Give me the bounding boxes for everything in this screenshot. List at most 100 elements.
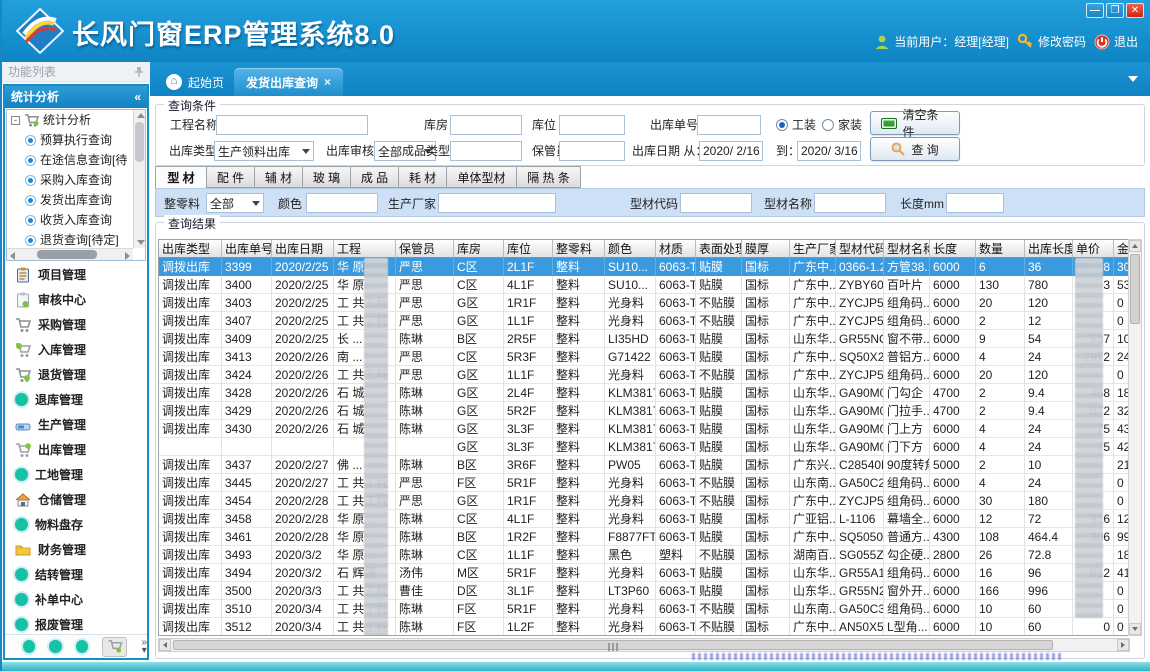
scroll-thumb[interactable] xyxy=(37,250,97,259)
table-row[interactable]: 调拨出库34302020/2/26石 城陈琳G区3L3F整料KLM3817606… xyxy=(159,420,1129,438)
column-header[interactable]: 膜厚 xyxy=(742,240,790,258)
table-row[interactable]: 调拨出库34092020/2/25长 ...陈琳B区2R5F整料LI35HD60… xyxy=(159,330,1129,348)
more-modules-button[interactable]: »▾ xyxy=(141,639,147,655)
scroll-right-icon[interactable] xyxy=(125,252,130,260)
tree-vertical-scrollbar[interactable] xyxy=(133,110,145,248)
module-shortcut-icon[interactable] xyxy=(23,640,35,653)
table-row[interactable]: 调拨出库34242020/2/26工 共工程严思G区1L1F整料光身料6063-… xyxy=(159,366,1129,384)
column-header[interactable]: 表面处理 xyxy=(696,240,742,258)
column-header[interactable]: 颜色 xyxy=(605,240,656,258)
collapse-expander-icon[interactable]: - xyxy=(11,116,20,125)
order-no-input[interactable] xyxy=(697,115,761,135)
close-icon[interactable]: ✕ xyxy=(1126,3,1144,18)
column-header[interactable]: 生产厂家 xyxy=(790,240,836,258)
tab-shipment-outbound-query[interactable]: 发货出库查询 × xyxy=(234,68,343,96)
sidebar-item-退库管理[interactable]: 退库管理 xyxy=(5,387,147,412)
table-row[interactable]: 调拨出库34002020/2/25华 原...严思C区4L1F整料SU10...… xyxy=(159,276,1129,294)
column-header[interactable]: 出库单号 xyxy=(222,240,272,258)
material-tab-3[interactable]: 辅 材 xyxy=(255,166,303,188)
table-row[interactable]: 调拨出库34582020/2/28华 原...陈琳C区4L1F整料光身料6063… xyxy=(159,510,1129,528)
warehouse-input[interactable] xyxy=(450,115,522,135)
whole-part-select[interactable]: 全部 xyxy=(206,193,264,213)
material-tab-5[interactable]: 成 品 xyxy=(351,166,399,188)
material-tab-1[interactable]: 型 材 xyxy=(155,166,207,189)
column-header[interactable]: 型材代码 xyxy=(836,240,884,258)
project-name-input[interactable] xyxy=(216,115,368,135)
maximize-icon[interactable]: ❐ xyxy=(1106,3,1124,18)
tab-start-page[interactable]: ⌂ 起始页 xyxy=(154,68,236,96)
sidebar-item-补单中心[interactable]: 补单中心 xyxy=(5,587,147,612)
sidebar-item-结转管理[interactable]: 结转管理 xyxy=(5,562,147,587)
radio-work-clothing[interactable]: 工装 xyxy=(776,115,816,135)
scroll-thumb[interactable] xyxy=(135,122,144,162)
column-header[interactable]: 库房 xyxy=(454,240,504,258)
length-input[interactable] xyxy=(946,193,1004,213)
column-header[interactable]: 单价 xyxy=(1073,240,1114,258)
sidebar-item-项目管理[interactable]: 项目管理 xyxy=(5,262,147,287)
tree-item[interactable]: 在途信息查询[待 xyxy=(7,150,133,170)
module-shortcut-icon[interactable] xyxy=(76,640,88,653)
scroll-thumb[interactable] xyxy=(1130,254,1140,324)
sidebar-item-出库管理[interactable]: 出库管理 xyxy=(5,437,147,462)
column-header[interactable]: 整零料 xyxy=(553,240,605,258)
date-from-picker[interactable]: 2020/ 2/16 xyxy=(699,141,763,161)
tree-item[interactable]: 收货入库查询 xyxy=(7,210,133,230)
radio-home-decoration[interactable]: 家装 xyxy=(822,115,862,135)
cart-shortcut-button[interactable] xyxy=(102,637,127,657)
tree-horizontal-scrollbar[interactable] xyxy=(7,248,133,260)
table-row[interactable]: 调拨出库34542020/2/28工 共工程严思G区1R1F整料光身料6063-… xyxy=(159,492,1129,510)
column-header[interactable]: 保管员 xyxy=(396,240,454,258)
manufacturer-input[interactable] xyxy=(438,193,556,213)
sidebar-item-入库管理[interactable]: 入库管理 xyxy=(5,337,147,362)
tree-item[interactable]: 退货查询[待定] xyxy=(7,230,133,248)
column-header[interactable]: 数量 xyxy=(976,240,1025,258)
table-row[interactable]: 调拨出库34032020/2/25工 共工程严思G区1R1F整料光身料6063-… xyxy=(159,294,1129,312)
table-row[interactable]: 调拨出库33992020/2/25华 原...严思C区2L1F整料SU10...… xyxy=(159,258,1129,276)
sidebar-item-仓储管理[interactable]: 仓储管理 xyxy=(5,487,147,512)
clear-conditions-button[interactable]: 清空条件 xyxy=(870,111,960,135)
sidebar-item-生产管理[interactable]: 生产管理 xyxy=(5,412,147,437)
out-type-select[interactable]: 生产领料出库 xyxy=(214,141,314,161)
tree-item[interactable]: 采购入库查询 xyxy=(7,170,133,190)
table-row[interactable]: 调拨出库34942020/3/2石 辉城汤伟M区5R1F整料光身料6063-T5… xyxy=(159,564,1129,582)
search-button[interactable]: 查 询 xyxy=(870,137,960,161)
keeper-input[interactable] xyxy=(559,141,625,161)
table-row[interactable]: 调拨出库34282020/2/26石 城陈琳G区2L4F整料KLM3817606… xyxy=(159,384,1129,402)
material-tab-4[interactable]: 玻 璃 xyxy=(303,166,351,188)
sidebar-item-工地管理[interactable]: 工地管理 xyxy=(5,462,147,487)
column-header[interactable]: 出库类型 xyxy=(159,240,222,258)
tree-item[interactable]: 发货出库查询 xyxy=(7,190,133,210)
pin-icon[interactable] xyxy=(134,66,144,78)
scroll-left-icon[interactable] xyxy=(10,252,15,260)
table-row[interactable]: 调拨出库34072020/2/25工 共工程严思G区1L1F整料光身料6063-… xyxy=(159,312,1129,330)
location-input[interactable] xyxy=(559,115,625,135)
sidebar-item-物料盘存[interactable]: 物料盘存 xyxy=(5,512,147,537)
table-row[interactable]: 调拨出库34292020/2/26石 城陈琳G区5R2F整料KLM3817606… xyxy=(159,402,1129,420)
column-header[interactable]: 出库日期 xyxy=(272,240,334,258)
close-tab-icon[interactable]: × xyxy=(324,75,331,89)
material-tab-2[interactable]: 配 件 xyxy=(207,166,255,188)
tab-list-dropdown-icon[interactable] xyxy=(1128,76,1138,82)
column-header[interactable]: 长度 xyxy=(930,240,976,258)
table-row[interactable]: G区3L3F整料KLM38176063-T5贴膜国标山东华...GA90M09.… xyxy=(159,438,1129,456)
column-header[interactable]: 出库长度 xyxy=(1025,240,1073,258)
table-row[interactable]: 调拨出库34372020/2/27佛 ...陈琳B区3R6F整料PW056063… xyxy=(159,456,1129,474)
scroll-up-icon[interactable] xyxy=(137,113,145,118)
profile-code-input[interactable] xyxy=(680,193,752,213)
minimize-icon[interactable]: — xyxy=(1086,3,1104,18)
table-row[interactable]: 调拨出库34612020/2/28华 原...陈琳B区1R2F整料F8877FT… xyxy=(159,528,1129,546)
sidebar-item-退货管理[interactable]: 退货管理 xyxy=(5,362,147,387)
date-to-picker[interactable]: 2020/ 3/16 xyxy=(797,141,861,161)
color-input[interactable] xyxy=(306,193,378,213)
table-row[interactable]: 调拨出库34932020/3/2华 原...陈琳C区1L1F整料黑色塑料不贴膜国… xyxy=(159,546,1129,564)
table-row[interactable]: 调拨出库35002020/3/3工 共工程曹佳D区3L1F整料LT3P60606… xyxy=(159,582,1129,600)
change-password-button[interactable]: 修改密码 xyxy=(1017,33,1086,50)
table-row[interactable]: 调拨出库35122020/3/4工 共工程陈琳F区1L2F整料光身料6063-T… xyxy=(159,618,1129,636)
collapse-icon[interactable]: « xyxy=(134,86,141,108)
sidebar-item-报废管理[interactable]: 报废管理 xyxy=(5,612,147,634)
table-horizontal-scrollbar[interactable] xyxy=(158,638,1130,652)
logout-button[interactable]: 退出 xyxy=(1094,33,1138,50)
statistics-section-header[interactable]: 统计分析 « xyxy=(5,86,147,108)
column-header[interactable]: 库位 xyxy=(504,240,553,258)
sidebar-item-财务管理[interactable]: 财务管理 xyxy=(5,537,147,562)
